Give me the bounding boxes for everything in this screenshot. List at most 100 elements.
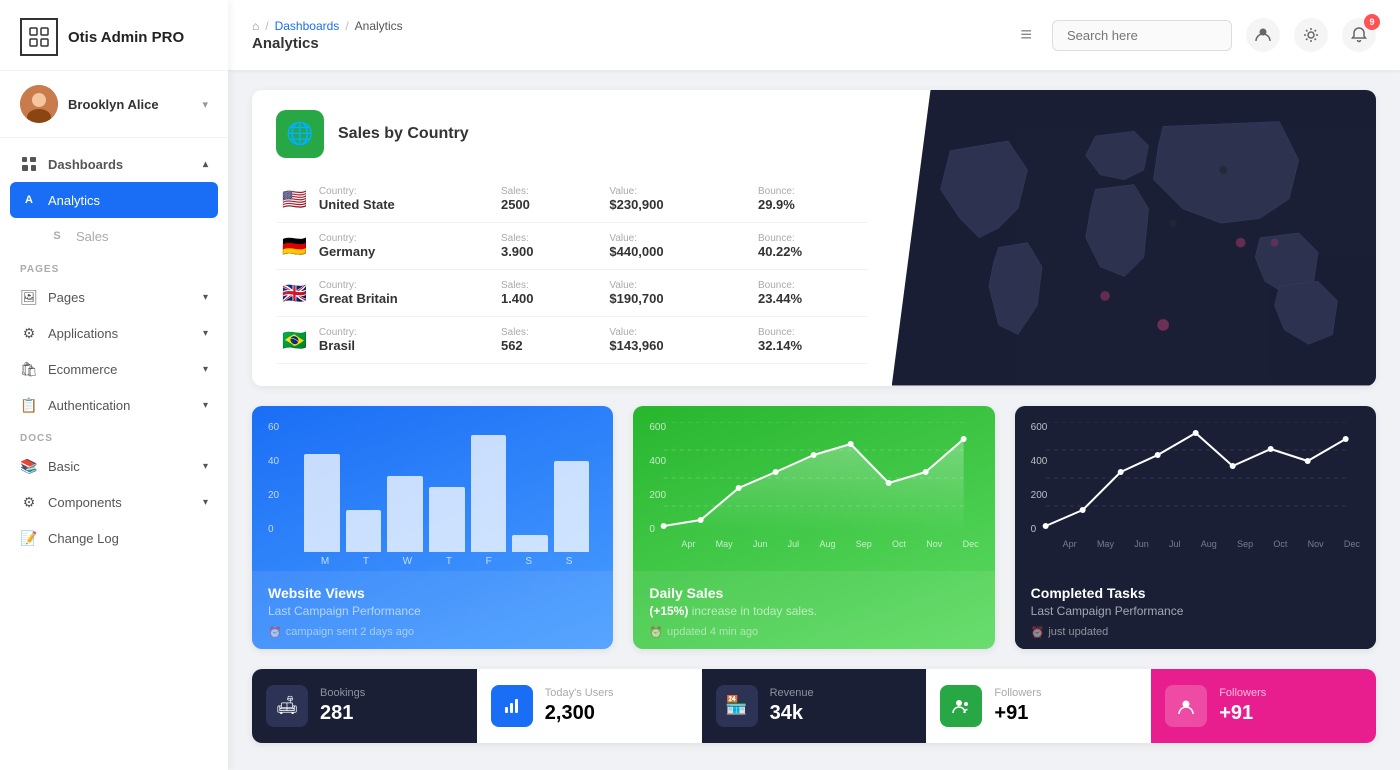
website-views-y-labels: 60 40 20 0 [268,422,279,535]
ecommerce-chevron-icon: ▾ [203,364,208,375]
basic-icon: 📚 [20,457,38,475]
followers-value: +91 [994,702,1041,725]
sidebar-item-pages[interactable]: 🖼 Pages ▾ [0,279,228,315]
bar-W [387,476,423,551]
daily-sales-subtitle: (+15%) increase in today sales. [649,604,978,618]
completed-tasks-title: Completed Tasks [1031,585,1360,601]
stat-extra: Followers +91 [1151,669,1376,743]
completed-tasks-footer: ⏰ just updated [1031,626,1360,639]
docs-section-label: DOCS [0,423,228,448]
sidebar-item-applications[interactable]: ⚙ Applications ▾ [0,315,228,351]
sales-letter: S [48,227,66,245]
today-users-value: 2,300 [545,702,614,725]
header-left: ⌂ / Dashboards / Analytics Analytics [252,19,1008,52]
website-views-subtitle: Last Campaign Performance [268,604,597,618]
components-chevron-icon: ▾ [203,497,208,508]
content-area: 🌐 Sales by Country 🇺🇸 Country: United St… [228,70,1400,770]
bar-Sa [512,535,548,552]
table-row: 🇺🇸 Country: United State Sales: 2500 Val… [276,176,868,223]
avatar [20,85,58,123]
main-content: ⌂ / Dashboards / Analytics Analytics ≡ [228,0,1400,770]
completed-tasks-info: Completed Tasks Last Campaign Performanc… [1015,571,1376,649]
followers-label: Followers [994,687,1041,699]
revenue-info: Revenue 34k [770,687,814,725]
sidebar-item-changelog[interactable]: 📝 Change Log [0,520,228,556]
stat-followers: Followers +91 [926,669,1151,743]
breadcrumb-home-icon: ⌂ [252,19,259,33]
changelog-icon: 📝 [20,529,38,547]
header: ⌂ / Dashboards / Analytics Analytics ≡ [228,0,1400,70]
ecommerce-icon: 🛍 [20,360,38,378]
stat-today-users: Today's Users 2,300 [477,669,702,743]
website-views-info: Website Views Last Campaign Performance … [252,571,613,649]
followers-icon [940,685,982,727]
today-users-label: Today's Users [545,687,614,699]
bookings-icon: 🛋 [266,685,308,727]
user-chevron-icon: ▾ [202,98,208,111]
daily-sales-y-labels: 600 400 200 0 [649,422,666,535]
sidebar-item-authentication[interactable]: 📋 Authentication ▾ [0,387,228,423]
table-row: 🇩🇪 Country: Germany Sales: 3.900 Value: … [276,223,868,270]
sidebar-user[interactable]: Brooklyn Alice ▾ [0,71,228,138]
sidebar-item-sales[interactable]: S Sales [0,218,228,254]
bookings-value: 281 [320,702,365,725]
page-title: Analytics [252,35,1008,52]
sidebar-item-sales-label: Sales [76,229,109,244]
today-users-info: Today's Users 2,300 [545,687,614,725]
completed-tasks-subtitle: Last Campaign Performance [1031,604,1360,618]
sales-country-title: Sales by Country [338,125,469,143]
website-views-title: Website Views [268,585,597,601]
components-icon: ⚙ [20,493,38,511]
sidebar-item-dashboards[interactable]: Dashboards ▴ [0,146,228,182]
extra-info: Followers +91 [1219,687,1266,725]
sidebar-item-analytics-label: Analytics [48,193,100,208]
country-table: 🇺🇸 Country: United State Sales: 2500 Val… [276,176,868,364]
authentication-chevron-icon: ▾ [203,400,208,411]
header-title-row: ⌂ / Dashboards / Analytics Analytics [252,19,1008,52]
pages-icon: 🖼 [20,288,38,306]
sidebar-item-basic[interactable]: 📚 Basic ▾ [0,448,228,484]
bookings-info: Bookings 281 [320,687,365,725]
bar-M [304,454,340,552]
extra-icon [1165,685,1207,727]
table-row: 🇧🇷 Country: Brasil Sales: 562 Value: $14… [276,317,868,364]
sales-by-country-card: 🌐 Sales by Country 🇺🇸 Country: United St… [252,90,1376,386]
dashboard-icon [20,155,38,173]
breadcrumb: ⌂ / Dashboards / Analytics [252,19,1008,33]
sidebar-item-analytics[interactable]: A Analytics [10,182,218,218]
bar-Su [554,461,590,552]
completed-tasks-y-labels: 600 400 200 0 [1031,422,1048,535]
card-header: 🌐 Sales by Country [276,110,868,158]
stats-row: 🛋 Bookings 281 Today's Users 2,300 [252,669,1376,743]
user-name: Brooklyn Alice [68,97,192,112]
user-profile-button[interactable] [1246,18,1280,52]
bookings-label: Bookings [320,687,365,699]
globe-icon: 🌐 [276,110,324,158]
sidebar-item-components-label: Components [48,495,122,510]
stat-revenue: 🏪 Revenue 34k [702,669,927,743]
completed-tasks-chart-area: 600 400 200 0 [1015,406,1376,571]
search-input[interactable] [1052,20,1232,51]
extra-label: Followers [1219,687,1266,699]
notifications-button[interactable]: 9 [1342,18,1376,52]
pages-chevron-icon: ▾ [203,292,208,303]
world-map-section [892,90,1376,386]
sidebar-item-authentication-label: Authentication [48,398,130,413]
settings-button[interactable] [1294,18,1328,52]
today-users-icon [491,685,533,727]
sidebar-item-changelog-label: Change Log [48,531,119,546]
sidebar-item-ecommerce[interactable]: 🛍 Ecommerce ▾ [0,351,228,387]
sidebar-item-ecommerce-label: Ecommerce [48,362,117,377]
sidebar-item-components[interactable]: ⚙ Components ▾ [0,484,228,520]
sidebar-item-basic-label: Basic [48,459,80,474]
charts-row: 60 40 20 0 MTWTFS [252,406,1376,649]
hamburger-icon[interactable]: ≡ [1020,24,1032,47]
sidebar-item-applications-label: Applications [48,326,118,341]
logo-icon [20,18,58,56]
website-views-chart-area: 60 40 20 0 MTWTFS [252,406,613,571]
logo-text: Otis Admin PRO [68,29,184,46]
applications-icon: ⚙ [20,324,38,342]
daily-sales-chart-area: 600 400 200 0 [633,406,994,571]
breadcrumb-dashboards[interactable]: Dashboards [275,19,340,33]
sidebar-logo: Otis Admin PRO [0,0,228,71]
